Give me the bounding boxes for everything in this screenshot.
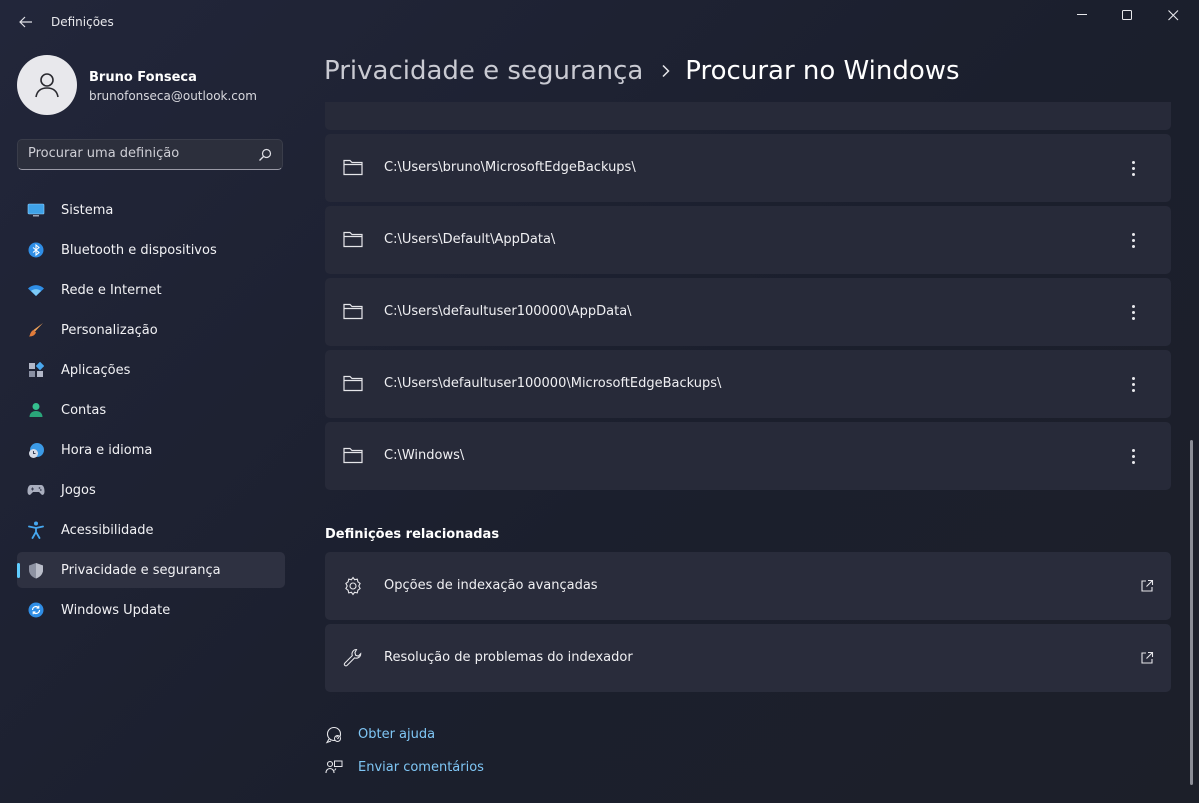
send-feedback-label[interactable]: Enviar comentários [358, 760, 484, 775]
excluded-folder-row-partial[interactable] [325, 102, 1171, 130]
user-name: Bruno Fonseca [89, 70, 197, 85]
search-icon[interactable] [258, 148, 272, 162]
folder-path: C:\Users\defaultuser100000\MicrosoftEdge… [384, 376, 722, 391]
more-options-button[interactable] [1123, 156, 1143, 180]
more-options-button[interactable] [1123, 444, 1143, 468]
folder-path: C:\Users\bruno\MicrosoftEdgeBackups\ [384, 160, 636, 175]
related-settings-heading: Definições relacionadas [325, 527, 500, 542]
excluded-folder-row[interactable]: C:\Users\defaultuser100000\AppData\ [325, 278, 1171, 346]
sidebar-item-rede[interactable]: Rede e Internet [17, 272, 285, 308]
more-options-button[interactable] [1123, 372, 1143, 396]
folder-icon [343, 159, 363, 176]
globe-clock-icon [27, 441, 45, 459]
related-link-label: Resolução de problemas do indexador [384, 650, 633, 665]
sidebar-item-privacidade[interactable]: Privacidade e segurança [17, 552, 285, 588]
folder-path: C:\Users\defaultuser100000\AppData\ [384, 304, 632, 319]
minimize-button[interactable] [1059, 0, 1105, 30]
maximize-button[interactable] [1104, 0, 1150, 30]
sidebar-item-jogos[interactable]: Jogos [17, 472, 285, 508]
content-scrollbar[interactable] [1190, 440, 1193, 785]
sidebar-item-label: Aplicações [61, 363, 131, 378]
folder-path: C:\Windows\ [384, 448, 465, 463]
external-link-icon [1141, 579, 1154, 592]
get-help-label[interactable]: Obter ajuda [358, 727, 435, 742]
sidebar-item-acessibilidade[interactable]: Acessibilidade [17, 512, 285, 548]
maximize-icon [1121, 9, 1132, 20]
sidebar-item-personalizacao[interactable]: Personalização [17, 312, 285, 348]
back-button[interactable] [14, 10, 38, 34]
user-email: brunofonseca@outlook.com [89, 89, 257, 103]
sidebar-item-sistema[interactable]: Sistema [17, 192, 285, 228]
more-options-button[interactable] [1123, 300, 1143, 324]
advanced-indexing-options-link[interactable]: Opções de indexação avançadas [325, 552, 1171, 620]
main-content: C:\Users\bruno\MicrosoftEdgeBackups\ C:\… [325, 102, 1171, 803]
sidebar-item-contas[interactable]: Contas [17, 392, 285, 428]
folder-path: C:\Users\Default\AppData\ [384, 232, 556, 247]
title-bar: Definições [0, 0, 1199, 44]
gamepad-icon [27, 481, 45, 499]
arrow-left-icon [19, 16, 32, 28]
sidebar-item-aplicacoes[interactable]: Aplicações [17, 352, 285, 388]
sidebar-item-label: Rede e Internet [61, 283, 162, 298]
person-icon [27, 401, 45, 419]
settings-window: Definições Bruno Fonseca brunofonseca@ou… [0, 0, 1199, 803]
sidebar-item-label: Hora e idioma [61, 443, 153, 458]
more-options-button[interactable] [1123, 228, 1143, 252]
breadcrumb: Privacidade e segurança Procurar no Wind… [324, 56, 960, 86]
folder-icon [343, 231, 363, 248]
chevron-right-icon [661, 59, 671, 84]
sidebar-item-hora-idioma[interactable]: Hora e idioma [17, 432, 285, 468]
external-link-icon [1141, 651, 1154, 664]
excluded-folder-row[interactable]: C:\Users\defaultuser100000\MicrosoftEdge… [325, 350, 1171, 418]
sidebar-item-label: Jogos [61, 483, 96, 498]
folder-icon [343, 375, 363, 392]
excluded-folder-row[interactable]: C:\Users\bruno\MicrosoftEdgeBackups\ [325, 134, 1171, 202]
sidebar-item-label: Windows Update [61, 603, 171, 618]
bluetooth-icon [27, 241, 45, 259]
apps-icon [27, 361, 45, 379]
monitor-icon [27, 201, 45, 219]
selection-indicator [17, 563, 20, 578]
sidebar-item-label: Bluetooth e dispositivos [61, 243, 217, 258]
sidebar-item-label: Privacidade e segurança [61, 563, 221, 578]
related-link-label: Opções de indexação avançadas [384, 578, 598, 593]
app-title: Definições [51, 15, 114, 29]
help-chat-icon [325, 726, 342, 744]
settings-search-box[interactable] [17, 139, 283, 170]
sidebar-item-label: Personalização [61, 323, 158, 338]
update-icon [27, 601, 45, 619]
accessibility-icon [27, 521, 45, 539]
wrench-icon [343, 648, 362, 667]
close-icon [1167, 9, 1178, 20]
breadcrumb-parent-link[interactable]: Privacidade e segurança [324, 56, 643, 86]
search-input[interactable] [28, 146, 248, 161]
minimize-icon [1076, 14, 1087, 15]
folder-icon [343, 303, 363, 320]
wifi-icon [27, 281, 45, 299]
sidebar-item-bluetooth[interactable]: Bluetooth e dispositivos [17, 232, 285, 268]
sidebar-nav: Sistema Bluetooth e dispositivos Rede e … [17, 192, 285, 632]
gear-icon [345, 576, 361, 596]
sidebar-item-label: Sistema [61, 203, 114, 218]
sidebar-item-label: Acessibilidade [61, 523, 154, 538]
folder-icon [343, 447, 363, 464]
page-title: Procurar no Windows [685, 56, 960, 86]
shield-icon [27, 561, 45, 579]
feedback-icon [325, 760, 343, 774]
excluded-folder-row[interactable]: C:\Users\Default\AppData\ [325, 206, 1171, 274]
sidebar-item-label: Contas [61, 403, 107, 418]
sidebar-item-windows-update[interactable]: Windows Update [17, 592, 285, 628]
close-button[interactable] [1150, 0, 1196, 30]
person-icon [35, 73, 59, 98]
avatar[interactable] [17, 55, 77, 115]
excluded-folder-row[interactable]: C:\Windows\ [325, 422, 1171, 490]
indexer-troubleshooter-link[interactable]: Resolução de problemas do indexador [325, 624, 1171, 692]
paintbrush-icon [27, 321, 45, 339]
